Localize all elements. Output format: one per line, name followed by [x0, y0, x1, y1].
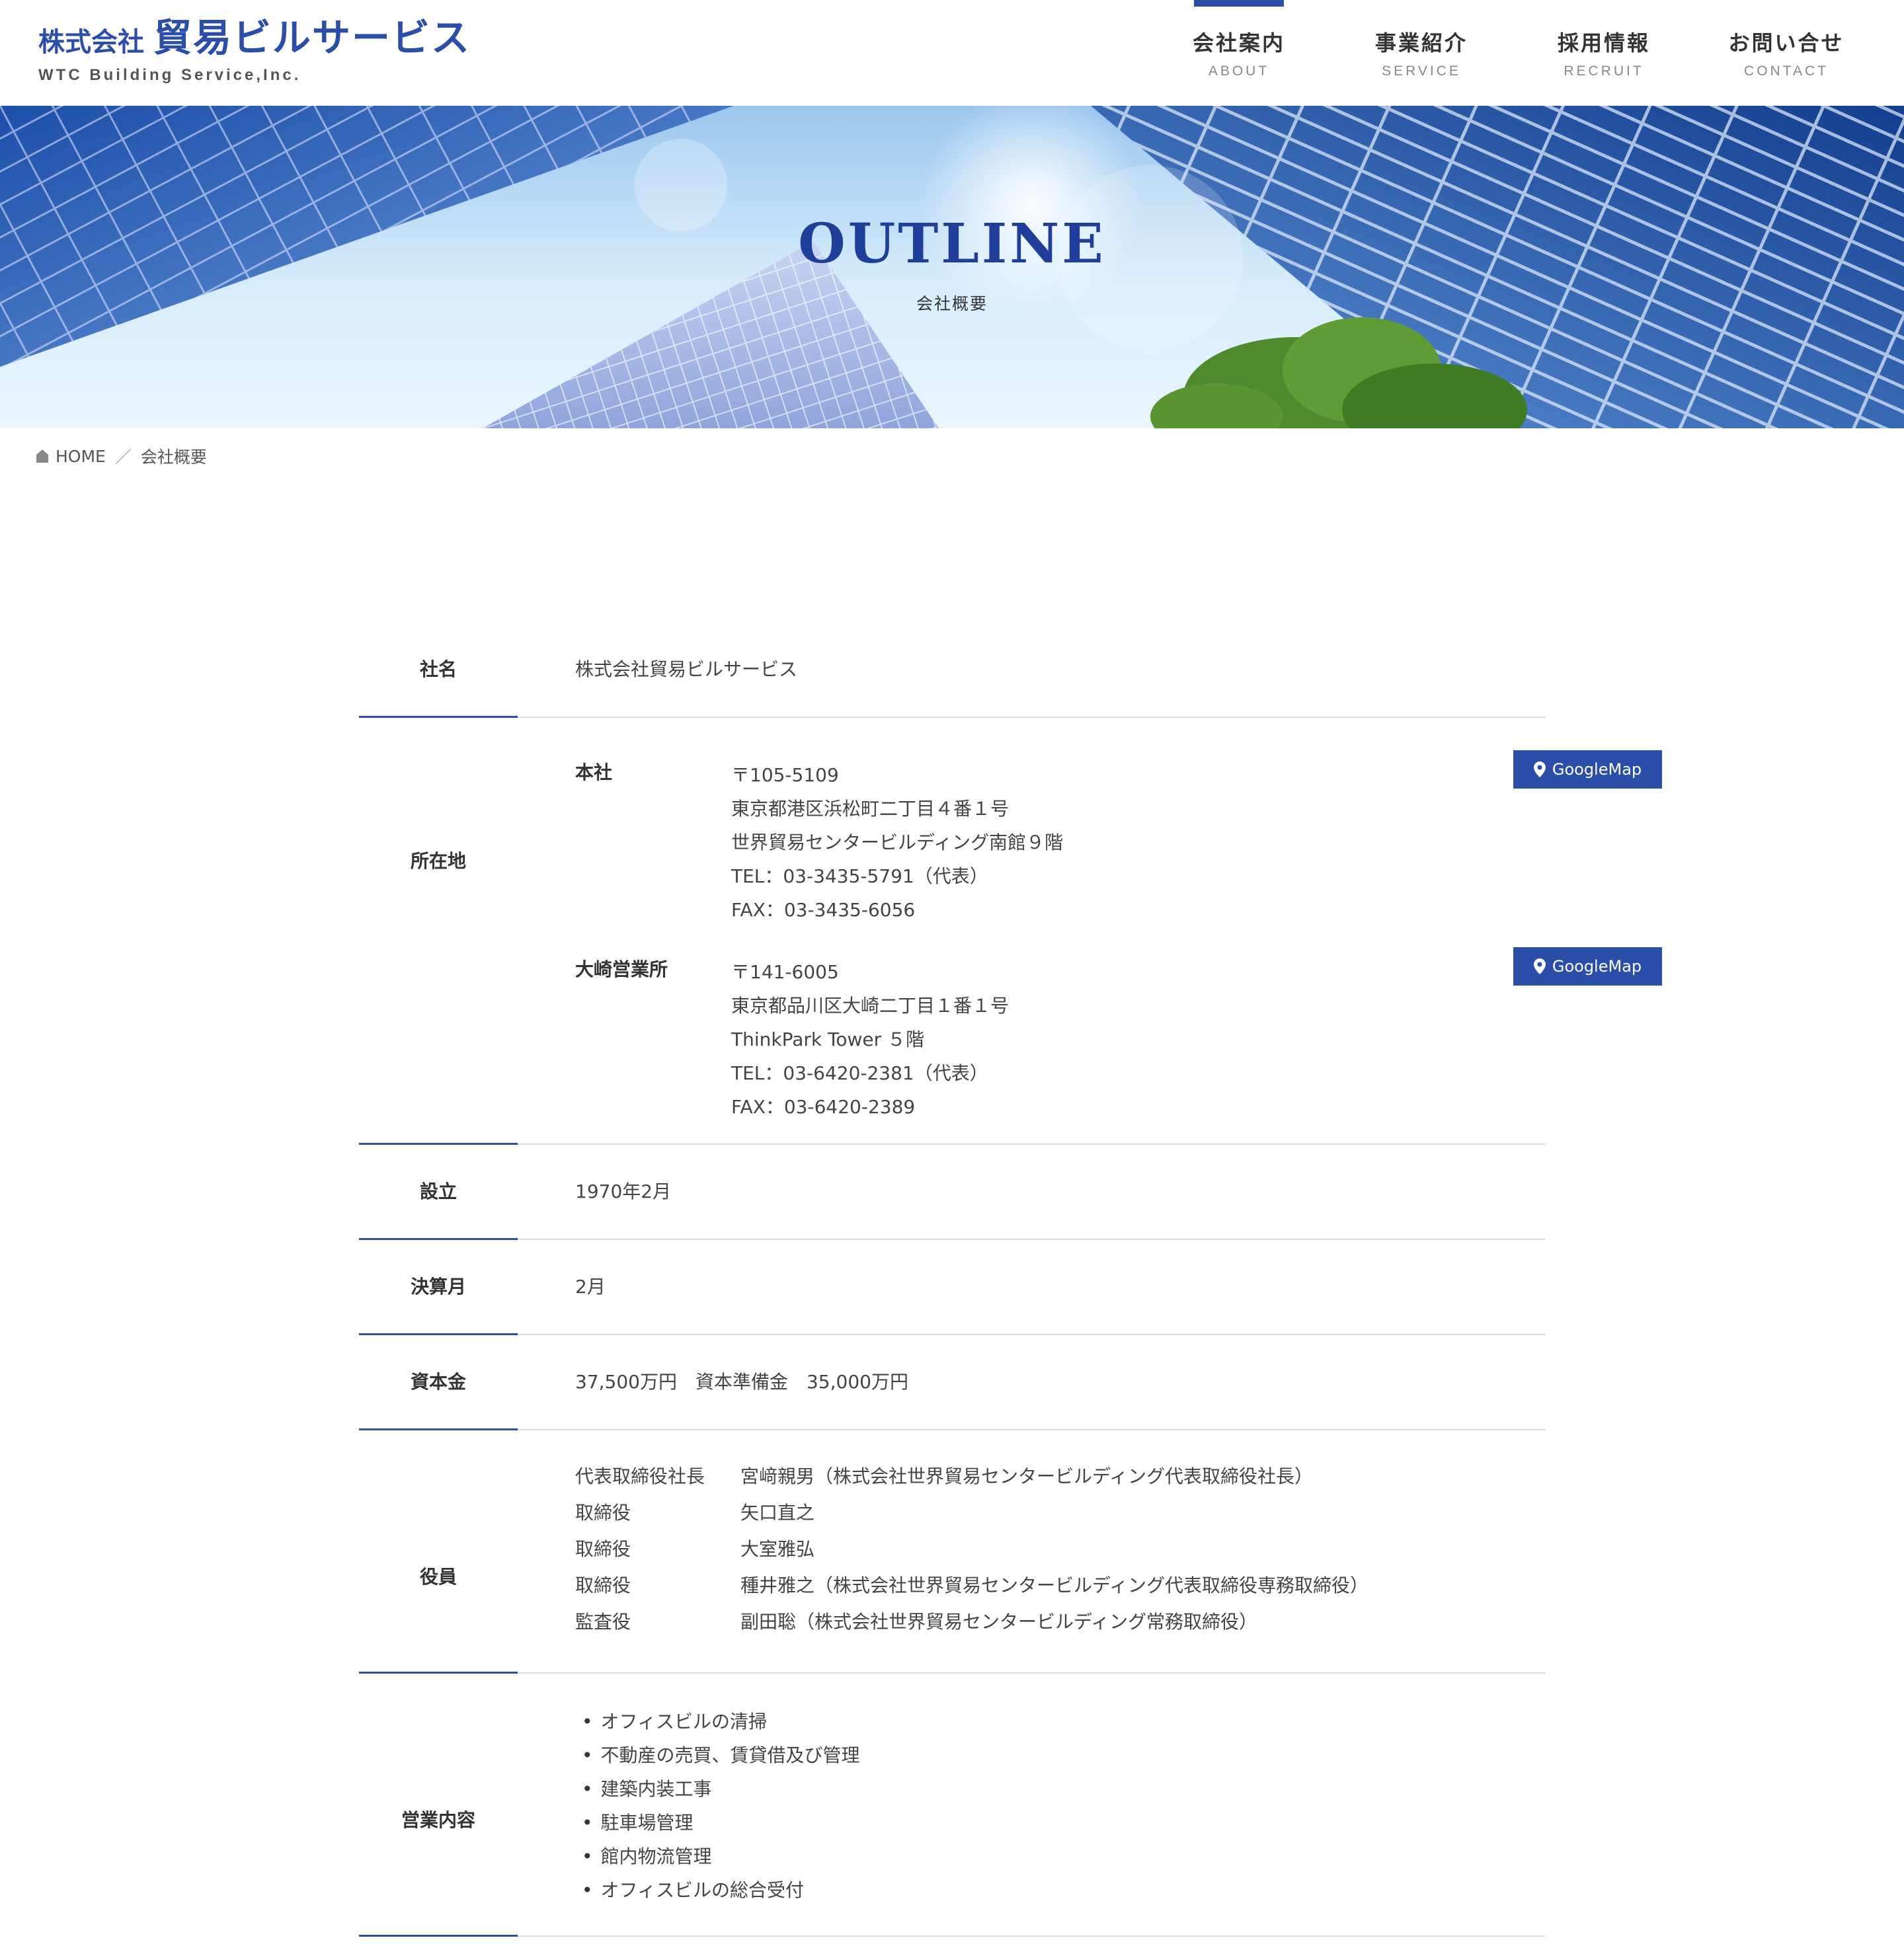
value-company-name: 株式会社貿易ビルサービス: [575, 658, 798, 680]
site-logo[interactable]: 株式会社 貿易ビルサービス WTC Building Service,Inc.: [38, 19, 471, 85]
officer-row: 代表取締役社長 宮﨑親男（株式会社世界貿易センタービルディング代表取締役社長）: [575, 1458, 1368, 1495]
value-founded: 1970年2月: [575, 1181, 672, 1202]
business-list: オフィスビルの清掃 不動産の売買、賃貸借及び管理 建築内装工事 駐車場管理 館内…: [575, 1705, 860, 1907]
label-company-name: 社名: [419, 658, 457, 680]
nav-recruit[interactable]: 採用情報 RECRUIT: [1513, 0, 1695, 106]
officer-name: 副田聡（株式会社世界貿易センタービルディング常務取締役）: [740, 1611, 1258, 1633]
officer-name: 種井雅之（株式会社世界貿易センタービルディング代表取締役専務取締役）: [740, 1575, 1369, 1596]
officer-name: 宮﨑親男（株式会社世界貿易センタービルディング代表取締役社長）: [740, 1465, 1314, 1487]
business-item: 建築内装工事: [575, 1772, 860, 1806]
hero-banner: OUTLINE 会社概要: [0, 106, 1904, 428]
label-fiscal-month: 決算月: [410, 1276, 466, 1298]
googlemap-label: GoogleMap: [1552, 760, 1642, 779]
label-officers: 役員: [419, 1566, 457, 1588]
breadcrumb-home-link[interactable]: HOME: [56, 447, 106, 466]
logo-jp: 株式会社 貿易ビルサービス: [38, 19, 471, 57]
office-address-line: ThinkPark Tower ５階: [731, 1029, 925, 1050]
business-item: オフィスビルの清掃: [575, 1705, 860, 1738]
googlemap-button-osaki[interactable]: GoogleMap: [1513, 947, 1662, 986]
office-name: 本社: [575, 761, 613, 783]
googlemap-button-headquarters[interactable]: GoogleMap: [1513, 750, 1662, 789]
googlemap-label: GoogleMap: [1552, 957, 1642, 976]
office-name: 大崎営業所: [575, 958, 668, 980]
officer-name: 矢口直之: [740, 1502, 815, 1524]
company-outline-table: 社名 株式会社貿易ビルサービス 所在地 本社 〒105-5109 東京都港区浜松…: [359, 623, 1662, 1937]
officer-row: 取締役 大室雅弘: [575, 1531, 1368, 1567]
officer-row: 取締役 種井雅之（株式会社世界貿易センタービルディング代表取締役専務取締役）: [575, 1567, 1368, 1604]
row-company-name: 社名 株式会社貿易ビルサービス: [359, 623, 1545, 718]
office-address-line: 東京都品川区大崎二丁目１番１号: [731, 995, 1010, 1017]
officer-name: 大室雅弘: [740, 1538, 815, 1560]
nav-label: お問い合せ: [1728, 30, 1844, 56]
office-address-line: 〒141-6005: [731, 961, 839, 983]
office-address: 〒105-5109 東京都港区浜松町二丁目４番１号 世界貿易センタービルディング…: [731, 758, 1063, 927]
nav-label: 採用情報: [1557, 30, 1650, 56]
nav-label: 会社案内: [1192, 30, 1285, 56]
nav-contact[interactable]: お問い合せ CONTACT: [1695, 0, 1878, 106]
office-tel: TEL：03-6420-2381（代表）: [731, 1062, 988, 1084]
row-capital: 資本金 37,500万円 資本準備金 35,000万円: [359, 1335, 1545, 1430]
officer-role: 取締役: [575, 1575, 631, 1596]
hero-subtitle: 会社概要: [916, 294, 988, 313]
map-pin-icon: [1533, 958, 1546, 974]
logo-en: WTC Building Service,Inc.: [38, 66, 301, 84]
nav-sublabel: RECRUIT: [1564, 63, 1644, 79]
business-item: 駐車場管理: [575, 1806, 860, 1840]
label-capital: 資本金: [410, 1371, 466, 1393]
row-founded: 設立 1970年2月: [359, 1145, 1545, 1240]
label-founded: 設立: [419, 1181, 457, 1202]
row-fiscal-month: 決算月 2月: [359, 1240, 1545, 1335]
officer-row: 監査役 副田聡（株式会社世界貿易センタービルディング常務取締役）: [575, 1604, 1368, 1640]
logo-name: 貿易ビルサービス: [153, 15, 471, 60]
business-item: オフィスビルの総合受付: [575, 1873, 860, 1907]
office-address: 〒141-6005 東京都品川区大崎二丁目１番１号 ThinkPark Towe…: [731, 955, 1009, 1124]
office-fax: FAX：03-6420-2389: [731, 1096, 916, 1118]
breadcrumb: HOME ／ 会社概要: [36, 444, 207, 468]
breadcrumb-current: 会社概要: [140, 447, 207, 467]
row-officers: 役員 代表取締役社長 宮﨑親男（株式会社世界貿易センタービルディング代表取締役社…: [359, 1430, 1545, 1674]
officer-role: 代表取締役社長: [575, 1465, 705, 1487]
nav-sublabel: SERVICE: [1382, 63, 1461, 79]
office-tel: TEL：03-3435-5791（代表）: [731, 865, 988, 887]
logo-prefix: 株式会社: [38, 27, 144, 58]
label-business: 営業内容: [401, 1809, 475, 1831]
nav-service[interactable]: 事業紹介 SERVICE: [1330, 0, 1513, 106]
officer-row: 取締役 矢口直之: [575, 1495, 1368, 1531]
value-fiscal-month: 2月: [575, 1276, 606, 1298]
officer-role: 監査役: [575, 1611, 631, 1633]
map-pin-icon: [1533, 761, 1546, 777]
home-icon: [36, 449, 48, 463]
main-nav: 会社案内 ABOUT 事業紹介 SERVICE 採用情報 RECRUIT お問い…: [1148, 0, 1878, 106]
officer-role: 取締役: [575, 1538, 631, 1560]
office-address-line: 東京都港区浜松町二丁目４番１号: [731, 798, 1010, 820]
row-location: 所在地 本社 〒105-5109 東京都港区浜松町二丁目４番１号 世界貿易センタ…: [359, 718, 1662, 1145]
office-address-line: 世界貿易センタービルディング南館９階: [731, 832, 1064, 853]
office-address-line: 〒105-5109: [731, 764, 839, 786]
label-location: 所在地: [410, 850, 466, 872]
office-fax: FAX：03-3435-6056: [731, 899, 916, 921]
officers-list: 代表取締役社長 宮﨑親男（株式会社世界貿易センタービルディング代表取締役社長） …: [575, 1458, 1368, 1640]
nav-sublabel: ABOUT: [1208, 63, 1270, 79]
value-capital: 37,500万円 資本準備金 35,000万円: [575, 1371, 908, 1393]
officer-role: 取締役: [575, 1502, 631, 1524]
site-header: 株式会社 貿易ビルサービス WTC Building Service,Inc. 会…: [0, 0, 1904, 106]
nav-about[interactable]: 会社案内 ABOUT: [1148, 0, 1330, 106]
business-item: 館内物流管理: [575, 1840, 860, 1873]
business-item: 不動産の売買、賃貸借及び管理: [575, 1738, 860, 1772]
hero-title: OUTLINE: [798, 212, 1106, 276]
breadcrumb-separator: ／: [114, 447, 132, 467]
row-business: 営業内容 オフィスビルの清掃 不動産の売買、賃貸借及び管理 建築内装工事 駐車場…: [359, 1674, 1545, 1937]
nav-label: 事業紹介: [1374, 30, 1468, 56]
nav-sublabel: CONTACT: [1744, 63, 1829, 79]
